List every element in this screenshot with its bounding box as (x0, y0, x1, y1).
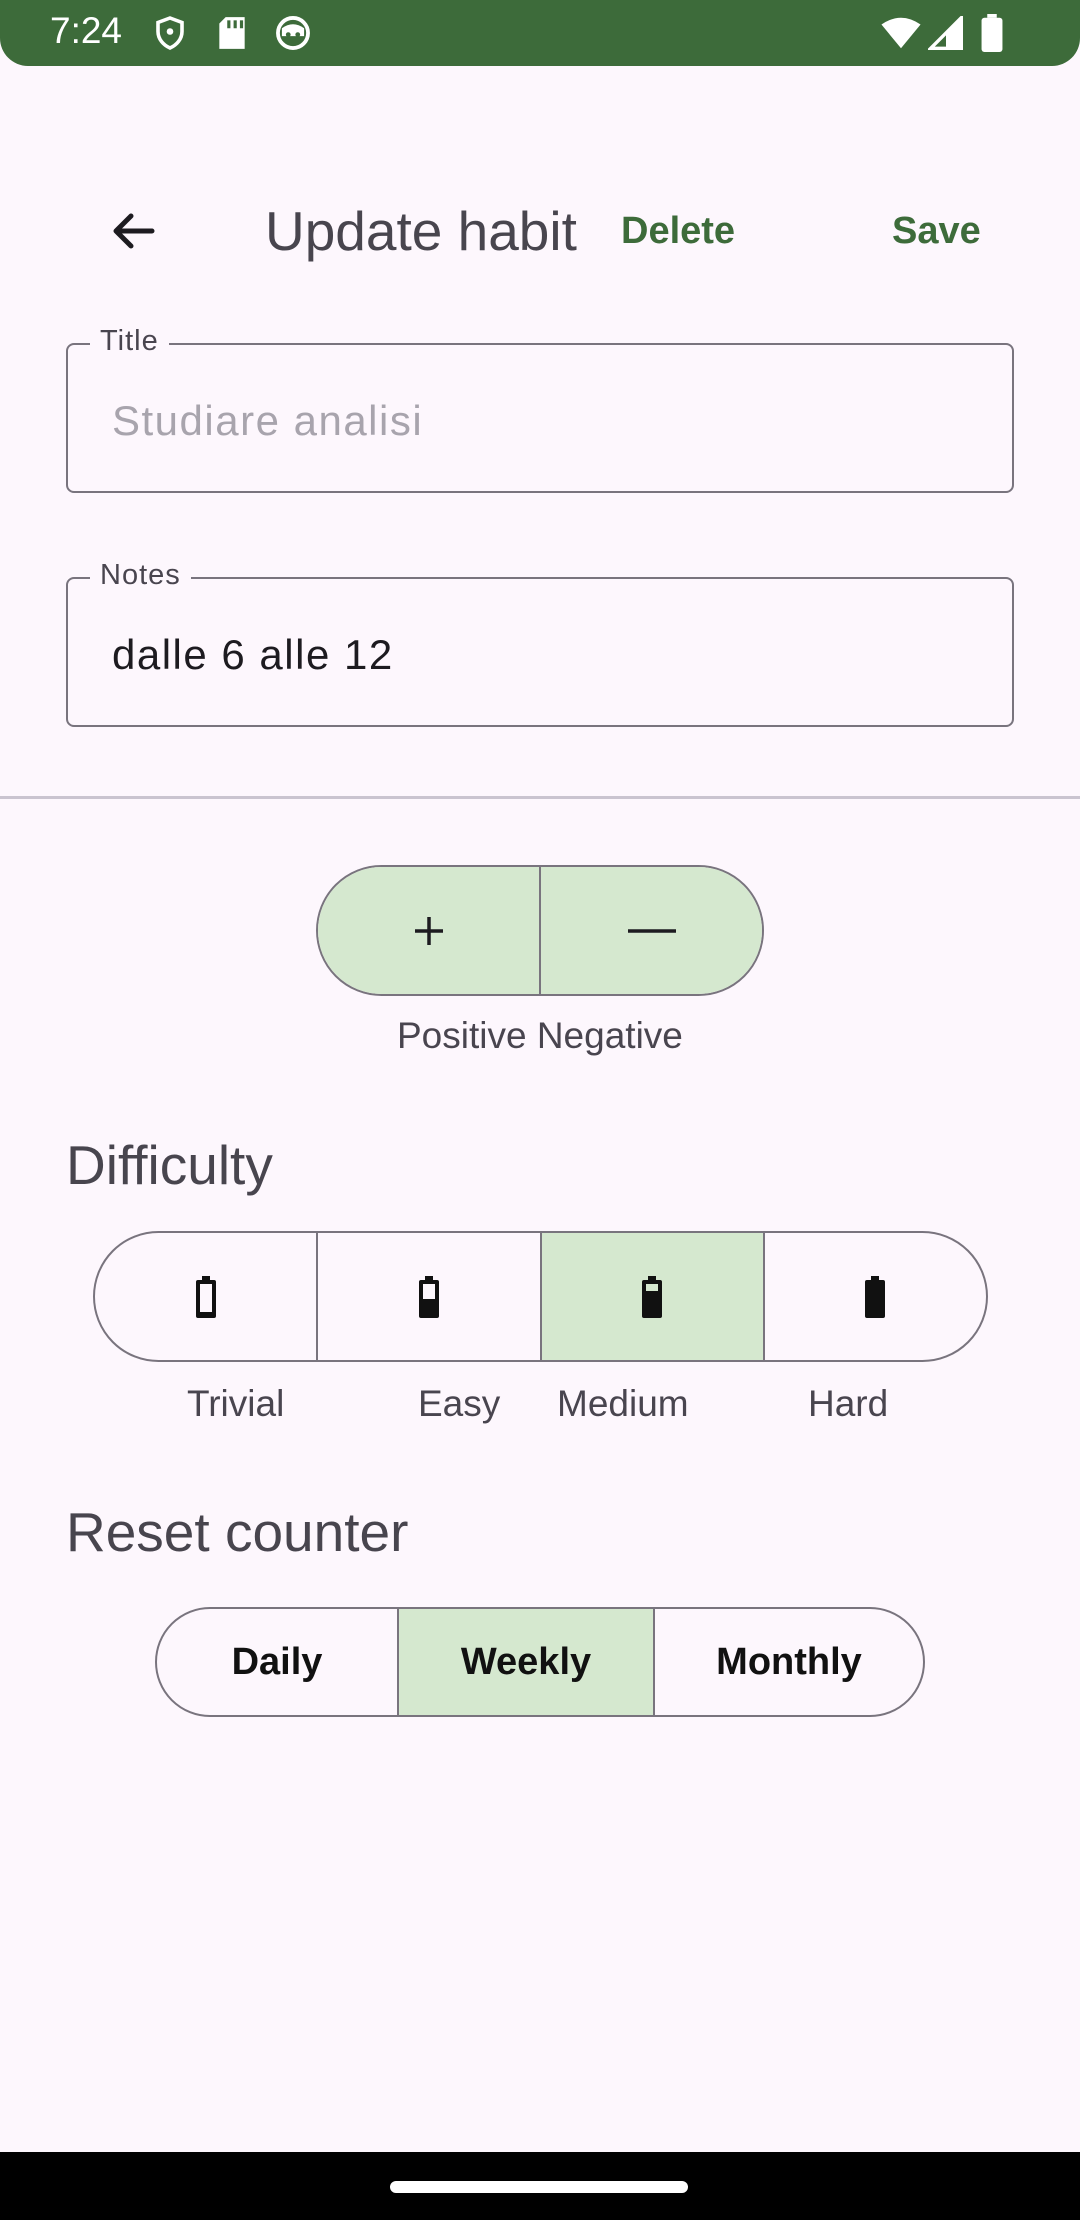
habit-type-caption: Positive Negative (397, 1015, 683, 1056)
delete-button[interactable]: Delete (621, 203, 735, 259)
plus-icon (414, 916, 443, 945)
divider (0, 796, 1080, 799)
difficulty-label-hard: Hard (808, 1383, 889, 1424)
robot-face-icon (274, 14, 312, 57)
reset-weekly-label: Weekly (460, 1640, 592, 1683)
minus-icon (627, 928, 676, 933)
battery-low-icon (195, 1275, 216, 1318)
positive-button[interactable] (318, 867, 539, 994)
status-bar: 7:24 (0, 0, 1080, 66)
battery-icon (980, 14, 1004, 57)
home-gesture-handle[interactable] (390, 2181, 688, 2193)
reset-monthly-label: Monthly (716, 1640, 862, 1683)
difficulty-medium-button[interactable] (539, 1233, 763, 1360)
arrow-back-icon (113, 213, 155, 249)
reset-counter-selector: Daily Weekly Monthly (155, 1607, 925, 1717)
reset-daily-button[interactable]: Daily (157, 1609, 397, 1715)
cell-signal-icon (926, 13, 964, 55)
reset-monthly-button[interactable]: Monthly (653, 1609, 923, 1715)
difficulty-trivial-button[interactable] (95, 1233, 316, 1360)
habit-type-toggle (316, 865, 764, 996)
negative-button[interactable] (539, 867, 762, 994)
shield-icon (152, 14, 188, 57)
status-time: 7:24 (50, 10, 123, 51)
title-field-label: Title (90, 325, 169, 358)
difficulty-selector (93, 1231, 988, 1362)
page-title: Update habit (265, 200, 577, 262)
difficulty-label-medium: Medium (557, 1383, 689, 1424)
notes-field[interactable]: Notes dalle 6 alle 12 (66, 559, 1014, 727)
battery-full-icon (865, 1275, 886, 1318)
wifi-icon (880, 16, 922, 55)
title-field[interactable]: Title Studiare analisi (66, 325, 1014, 493)
reset-weekly-button[interactable]: Weekly (397, 1609, 653, 1715)
difficulty-label-easy: Easy (418, 1383, 501, 1424)
reset-counter-title: Reset counter (66, 1501, 409, 1563)
difficulty-hard-button[interactable] (762, 1233, 986, 1360)
sd-card-icon (216, 14, 248, 57)
save-button[interactable]: Save (892, 203, 981, 259)
difficulty-label-trivial: Trivial (187, 1383, 285, 1424)
battery-half-icon (418, 1275, 439, 1318)
reset-daily-label: Daily (231, 1640, 323, 1683)
difficulty-easy-button[interactable] (316, 1233, 539, 1360)
back-button[interactable] (100, 196, 170, 266)
battery-high-icon (642, 1275, 663, 1318)
difficulty-title: Difficulty (66, 1134, 273, 1196)
notes-value: dalle 6 alle 12 (112, 631, 394, 678)
notes-field-label: Notes (90, 559, 191, 592)
title-placeholder: Studiare analisi (112, 397, 424, 444)
